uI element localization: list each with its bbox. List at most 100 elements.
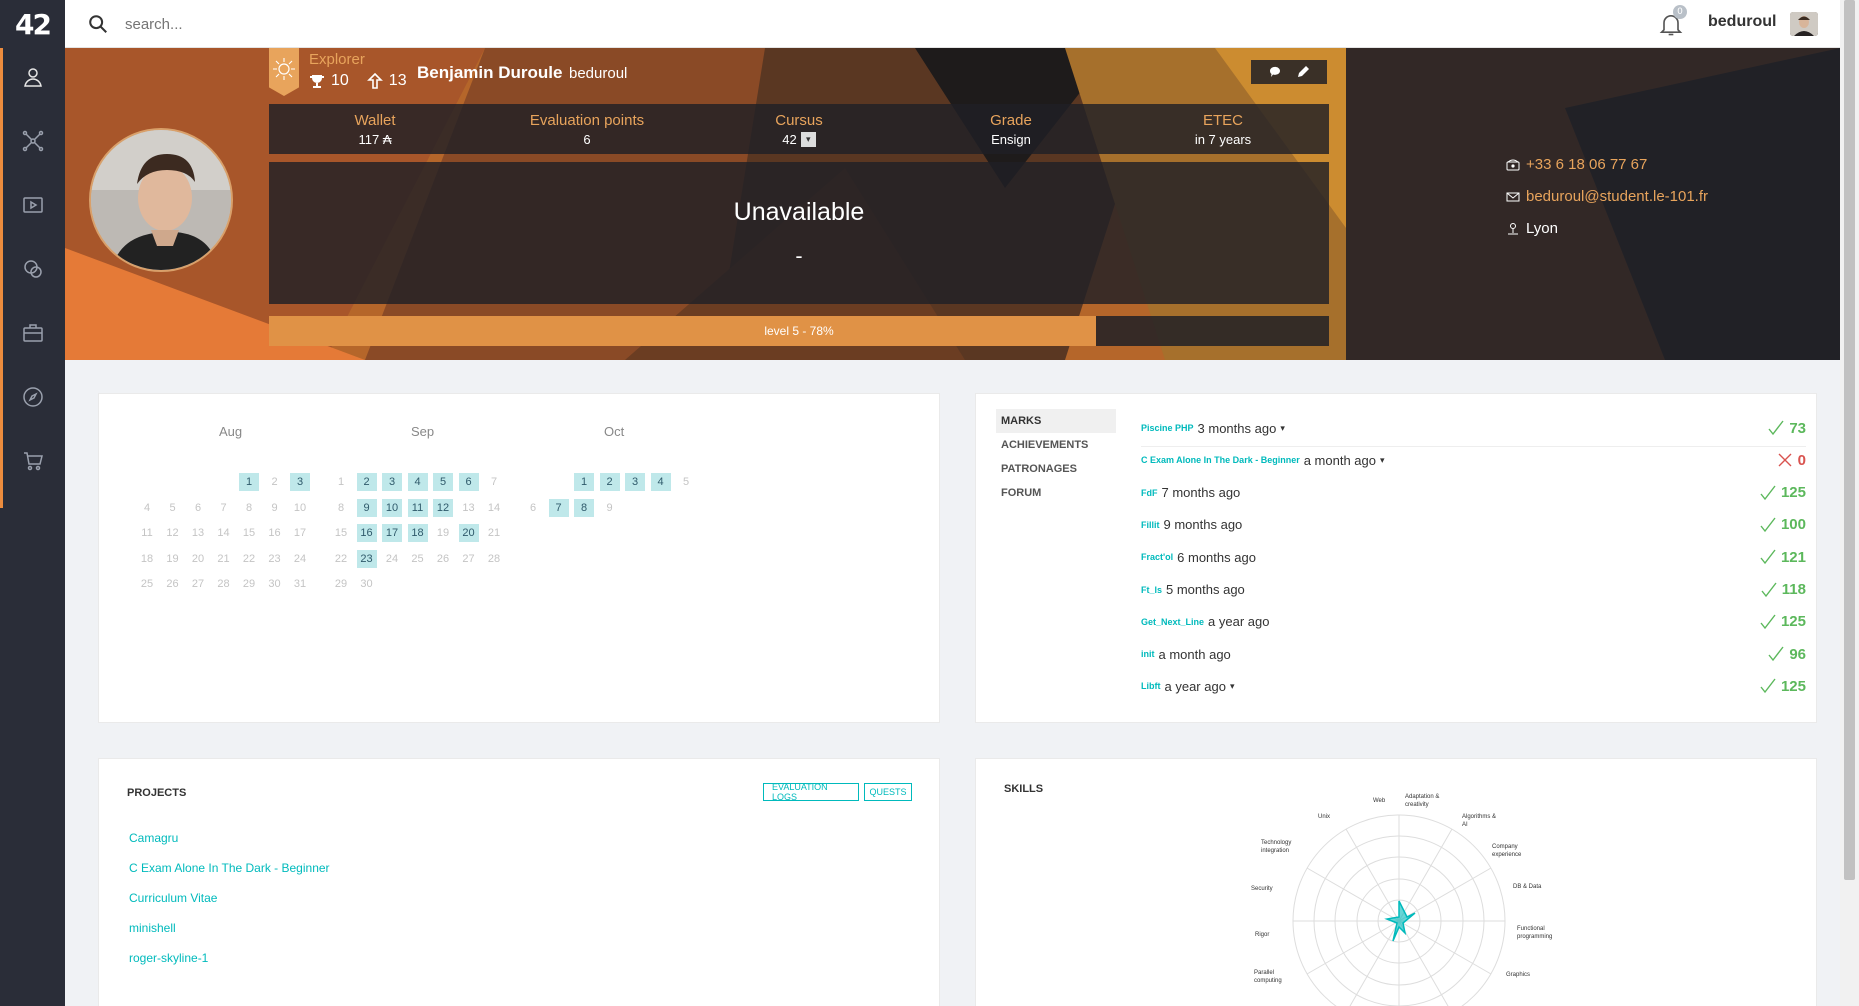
calendar-day[interactable]: 7 xyxy=(484,473,504,491)
mark-row[interactable]: Piscine PHP 3 months ago ▾ 73 xyxy=(1141,412,1806,444)
stat-evaluation-points[interactable]: Evaluation points 6 xyxy=(481,104,693,154)
calendar-day[interactable]: 13 xyxy=(459,499,479,517)
mark-row[interactable]: C Exam Alone In The Dark - Beginner a mon… xyxy=(1141,444,1806,476)
mark-project-name[interactable]: Ft_ls xyxy=(1141,585,1162,595)
mark-row[interactable]: Ft_ls 5 months ago 118 xyxy=(1141,574,1806,606)
calendar-day[interactable]: 29 xyxy=(239,575,259,593)
chevron-down-icon[interactable]: ▾ xyxy=(800,131,816,147)
project-link[interactable]: Camagru xyxy=(129,831,178,845)
calendar-day[interactable]: 4 xyxy=(137,499,157,517)
mark-row[interactable]: Libft a year ago ▾ 125 xyxy=(1141,670,1806,702)
caret-down-icon[interactable]: ▾ xyxy=(1280,423,1285,434)
tab-marks[interactable]: MARKS xyxy=(996,409,1116,433)
calendar-day[interactable]: 20 xyxy=(188,550,208,568)
mark-project-name[interactable]: Fract'ol xyxy=(1141,552,1173,562)
user-login[interactable]: beduroul xyxy=(1708,13,1776,31)
calendar-day[interactable]: 28 xyxy=(484,550,504,568)
calendar-day[interactable]: 31 xyxy=(290,575,310,593)
calendar-day[interactable]: 6 xyxy=(188,499,208,517)
caret-down-icon[interactable]: ▾ xyxy=(1230,681,1235,692)
tab-forum[interactable]: FORUM xyxy=(996,481,1116,505)
calendar-day[interactable]: 20 xyxy=(458,524,479,542)
calendar-day[interactable]: 6 xyxy=(523,499,543,517)
mark-project-name[interactable]: Piscine PHP xyxy=(1141,423,1194,433)
video-icon[interactable] xyxy=(18,190,48,220)
user-icon[interactable] xyxy=(18,62,48,92)
compass-icon[interactable] xyxy=(18,382,48,412)
calendar-day[interactable]: 11 xyxy=(137,524,157,542)
calendar-day[interactable]: 25 xyxy=(137,575,157,593)
calendar-day[interactable]: 18 xyxy=(137,550,157,568)
calendar-day[interactable]: 18 xyxy=(407,524,428,542)
user-avatar[interactable] xyxy=(1790,12,1818,36)
calendar-day[interactable]: 16 xyxy=(265,524,285,542)
calendar-day[interactable]: 10 xyxy=(290,499,310,517)
calendar-day[interactable]: 11 xyxy=(407,498,428,517)
project-link[interactable]: C Exam Alone In The Dark - Beginner xyxy=(129,861,330,875)
calendar-day[interactable]: 30 xyxy=(357,575,377,593)
calendar-day[interactable]: 7 xyxy=(548,498,569,517)
calendar-day[interactable]: 1 xyxy=(331,473,351,491)
project-link[interactable]: Curriculum Vitae xyxy=(129,891,217,905)
mark-project-name[interactable]: init xyxy=(1141,649,1155,659)
calendar-day[interactable]: 3 xyxy=(290,473,310,491)
calendar-day[interactable]: 27 xyxy=(188,575,208,593)
mark-row[interactable]: init a month ago 96 xyxy=(1141,638,1806,670)
calendar-day[interactable]: 8 xyxy=(331,499,351,517)
calendar-day[interactable]: 4 xyxy=(650,473,671,491)
project-link[interactable]: minishell xyxy=(129,921,176,935)
calendar-day[interactable]: 2 xyxy=(599,473,620,491)
logo-42[interactable]: 42 xyxy=(0,0,65,48)
mark-project-name[interactable]: Libft xyxy=(1141,681,1161,691)
pencil-icon[interactable] xyxy=(1296,65,1310,79)
calendar-day[interactable]: 25 xyxy=(408,550,428,568)
calendar-day[interactable]: 13 xyxy=(188,524,208,542)
calendar-day[interactable]: 26 xyxy=(163,575,183,593)
calendar-day[interactable]: 8 xyxy=(574,498,594,517)
calendar-day[interactable]: 24 xyxy=(290,550,310,568)
calendar-day[interactable]: 9 xyxy=(356,498,377,517)
search-icon[interactable] xyxy=(87,13,109,35)
calendar-day[interactable]: 14 xyxy=(484,499,504,517)
calendar-day[interactable]: 10 xyxy=(382,498,402,517)
calendar-day[interactable]: 9 xyxy=(600,499,620,517)
calendar-day[interactable]: 22 xyxy=(331,550,351,568)
calendar-day[interactable]: 4 xyxy=(407,473,428,491)
phone-row[interactable]: +33 6 18 06 77 67 xyxy=(1506,156,1647,173)
calendar-day[interactable]: 19 xyxy=(433,524,453,542)
calendar-day[interactable]: 3 xyxy=(382,473,402,491)
tab-achievements[interactable]: ACHIEVEMENTS xyxy=(996,433,1116,457)
calendar-day[interactable]: 9 xyxy=(265,499,285,517)
mark-project-name[interactable]: FdF xyxy=(1141,488,1158,498)
calendar-day[interactable]: 19 xyxy=(163,550,183,568)
project-link[interactable]: roger-skyline-1 xyxy=(129,951,208,965)
calendar-day[interactable]: 1 xyxy=(574,473,594,491)
calendar-day[interactable]: 12 xyxy=(163,524,183,542)
calendar-day[interactable]: 2 xyxy=(265,473,285,491)
calendar-day[interactable]: 15 xyxy=(239,524,259,542)
stat-wallet[interactable]: Wallet 117 ₳ xyxy=(269,104,481,154)
calendar-day[interactable]: 3 xyxy=(625,473,645,491)
mark-row[interactable]: Get_Next_Line a year ago 125 xyxy=(1141,606,1806,638)
calendar-day[interactable]: 5 xyxy=(433,473,453,491)
calendar-day[interactable]: 2 xyxy=(356,473,377,491)
caret-down-icon[interactable]: ▾ xyxy=(1380,455,1385,466)
mark-project-name[interactable]: Fillit xyxy=(1141,520,1160,530)
calendar-day[interactable]: 8 xyxy=(239,499,259,517)
calendar-day[interactable]: 16 xyxy=(356,524,377,542)
calendar-day[interactable]: 5 xyxy=(676,473,696,491)
shop-icon[interactable] xyxy=(18,446,48,476)
quests-button[interactable]: QUESTS xyxy=(864,783,912,801)
calendar-day[interactable]: 21 xyxy=(484,524,504,542)
mark-project-name[interactable]: Get_Next_Line xyxy=(1141,617,1204,627)
coalition-name[interactable]: Explorer xyxy=(309,51,365,68)
calendar-day[interactable]: 27 xyxy=(459,550,479,568)
phone-number[interactable]: +33 6 18 06 77 67 xyxy=(1526,156,1647,173)
mark-row[interactable]: Fillit 9 months ago 100 xyxy=(1141,509,1806,541)
graph-icon[interactable] xyxy=(18,126,48,156)
evaluation-logs-button[interactable]: EVALUATION LOGS xyxy=(763,782,859,802)
calendar-day[interactable]: 7 xyxy=(214,499,234,517)
calendar-day[interactable]: 12 xyxy=(433,498,453,517)
chat-bubble-icon[interactable] xyxy=(1268,65,1282,79)
calendar-day[interactable]: 15 xyxy=(331,524,351,542)
